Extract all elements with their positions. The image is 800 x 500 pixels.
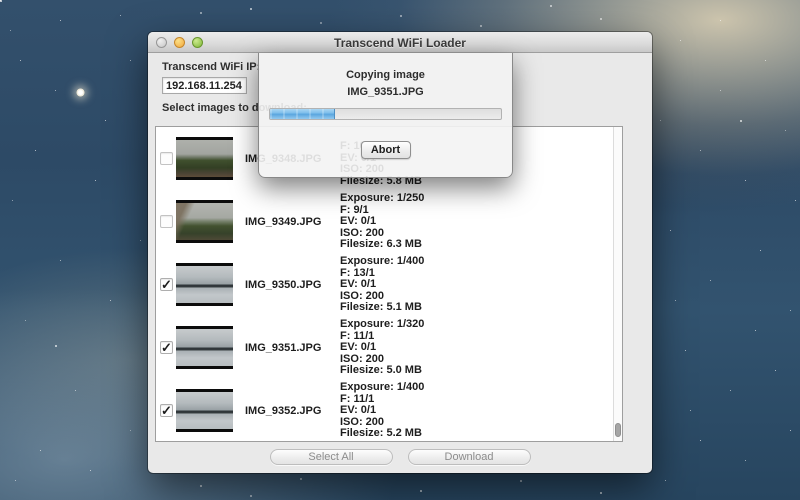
image-thumbnail [176,137,233,180]
image-filename: IMG_9352.JPG [245,405,321,417]
exif-line: Filesize: 5.0 MB [340,365,424,377]
image-checkbox[interactable] [160,152,173,165]
select-all-button[interactable]: Select All [270,449,393,465]
stars-decoration [0,0,2,2]
desktop-wallpaper: Transcend WiFi Loader Transcend WiFi IP:… [0,0,800,500]
window-titlebar[interactable]: Transcend WiFi Loader [148,32,652,53]
exif-line: EV: 0/1 [340,216,424,228]
exif-line: Exposure: 1/400 [340,382,424,394]
image-checkbox[interactable]: ✓ [160,341,173,354]
ip-label: Transcend WiFi IP: [162,61,260,73]
exif-line: EV: 0/1 [340,279,424,291]
dialog-title: Copying image [259,69,512,81]
exif-line: EV: 0/1 [340,405,424,417]
bottom-toolbar: Select All Download [148,449,652,465]
copying-dialog: Copying image IMG_9351.JPG Abort [258,53,513,178]
image-thumbnail [176,200,233,243]
scrollbar-thumb[interactable] [615,423,621,437]
exif-line: EV: 0/1 [340,342,424,354]
download-button[interactable]: Download [408,449,531,465]
progress-bar [269,108,502,120]
app-window: Transcend WiFi Loader Transcend WiFi IP:… [148,32,652,473]
image-checkbox[interactable]: ✓ [160,404,173,417]
exif-line: Exposure: 1/320 [340,319,424,331]
exif-line: Filesize: 6.3 MB [340,239,424,251]
image-row: ✓ IMG_9352.JPG Exposure: 1/400F: 11/1EV:… [156,379,622,442]
exif-line: Exposure: 1/400 [340,256,424,268]
bright-star-decoration [76,88,85,97]
image-checkbox[interactable] [160,215,173,228]
image-thumbnail [176,389,233,432]
image-row: ✓ IMG_9350.JPG Exposure: 1/400F: 13/1EV:… [156,253,622,316]
image-checkbox[interactable]: ✓ [160,278,173,291]
abort-button[interactable]: Abort [361,141,411,159]
image-exif-block: Exposure: 1/320F: 11/1EV: 0/1ISO: 200Fil… [340,319,424,377]
exif-line: Exposure: 1/250 [340,193,424,205]
ip-input[interactable] [162,77,247,94]
image-thumbnail [176,326,233,369]
image-filename: IMG_9351.JPG [245,342,321,354]
exif-line: Filesize: 5.1 MB [340,302,424,314]
image-thumbnail [176,263,233,306]
image-row: ✓ IMG_9351.JPG Exposure: 1/320F: 11/1EV:… [156,316,622,379]
dialog-filename: IMG_9351.JPG [259,86,512,98]
image-filename: IMG_9350.JPG [245,279,321,291]
image-exif-block: Exposure: 1/400F: 11/1EV: 0/1ISO: 200Fil… [340,382,424,440]
exif-line: Filesize: 5.2 MB [340,428,424,440]
progress-fill [270,109,335,119]
image-row: IMG_9349.JPG Exposure: 1/250F: 9/1EV: 0/… [156,190,622,253]
scrollbar-track[interactable] [613,127,622,441]
image-exif-block: Exposure: 1/400F: 13/1EV: 0/1ISO: 200Fil… [340,256,424,314]
image-filename: IMG_9349.JPG [245,216,321,228]
image-exif-block: Exposure: 1/250F: 9/1EV: 0/1ISO: 200File… [340,193,424,251]
window-title: Transcend WiFi Loader [148,36,652,50]
